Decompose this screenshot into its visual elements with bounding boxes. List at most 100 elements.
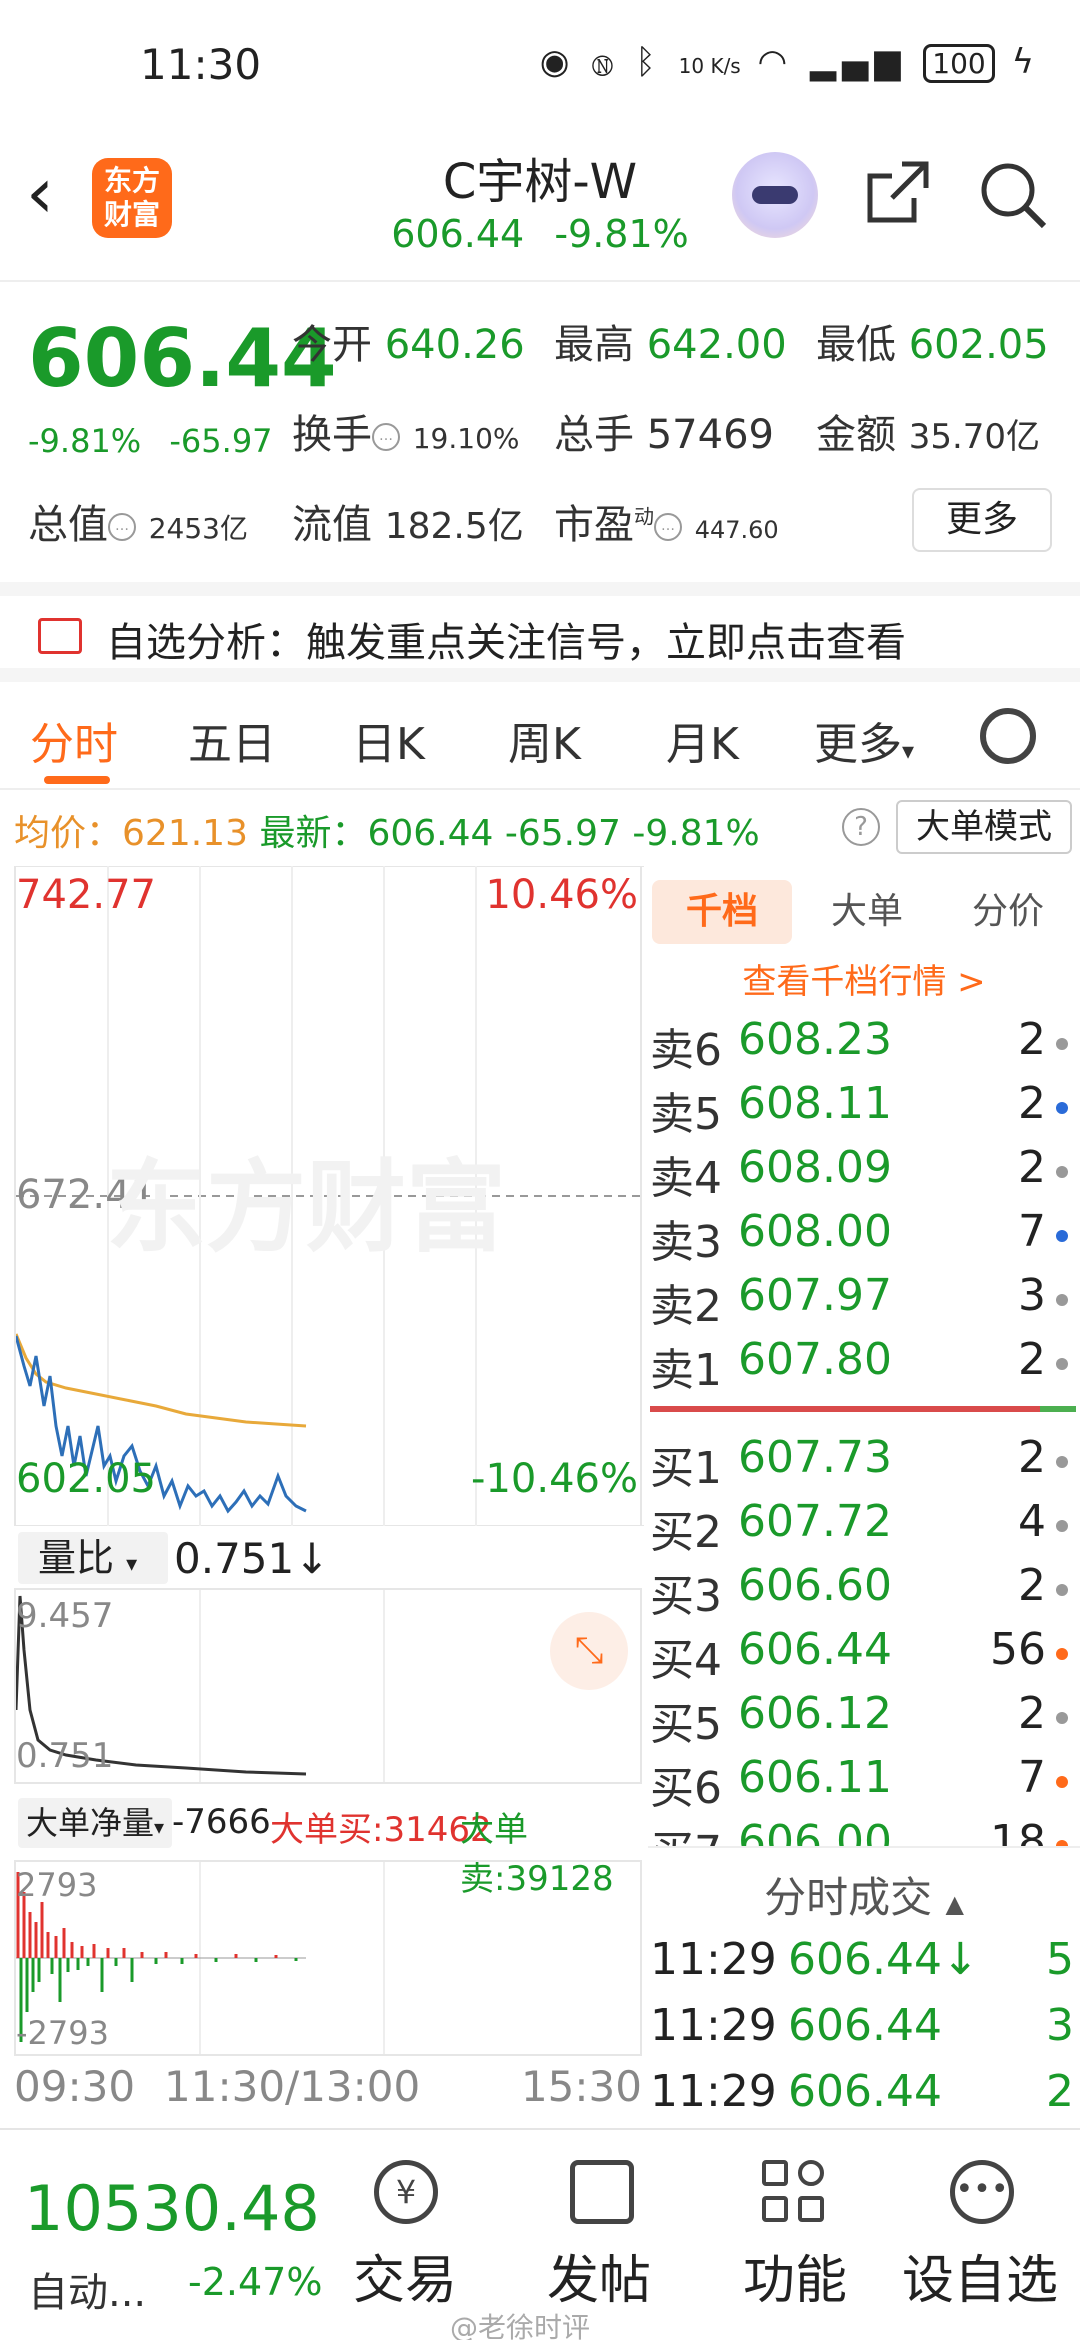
gear-icon[interactable]	[980, 708, 1036, 764]
index-value[interactable]: 10530.48	[24, 2172, 320, 2245]
ask-row[interactable]: 卖3 608.00 7	[648, 1206, 1080, 1270]
book-tab-price-dist[interactable]: 分价	[938, 880, 1078, 944]
corner-watermark: @老徐时评	[450, 2311, 591, 2340]
big-order-mode-button[interactable]: 大单模式	[896, 800, 1072, 854]
ask-row[interactable]: 卖1 607.80 2	[648, 1334, 1080, 1398]
bid-row[interactable]: 买7 606.00 18	[648, 1816, 1080, 1846]
functions-icon[interactable]	[762, 2160, 826, 2224]
time-sales-title[interactable]: 分时成交 ▲	[648, 1864, 1080, 1925]
dot-indicator	[1056, 1584, 1068, 1596]
ask-row[interactable]: 卖4 608.09 2	[648, 1142, 1080, 1206]
chevron-down-icon: ▾	[154, 1815, 165, 1839]
bid-price: 606.11	[738, 1752, 892, 1803]
bid-row[interactable]: 买4 606.44 56	[648, 1624, 1080, 1688]
current-price: 606.44	[28, 312, 337, 405]
bid-label: 买5	[650, 1699, 722, 1750]
dot-indicator	[1056, 1102, 1068, 1114]
ai-assistant-icon[interactable]	[732, 152, 818, 238]
book-tab-big-orders[interactable]: 大单	[802, 880, 932, 944]
net-order-selector[interactable]: 大单净量▾	[18, 1798, 173, 1848]
ratio-max: 9.457	[16, 1596, 114, 1636]
ask-price: 607.97	[738, 1270, 892, 1321]
turnover-label: 换手	[292, 412, 372, 458]
intraday-chart[interactable]: 742.77 10.46% 672.41 东方财富 602.05 -10.46%	[14, 866, 644, 1526]
time-sales-panel: 分时成交 ▲ 11:29 606.44↓ 5 11:29 606.44 3 11:29 6…	[648, 1846, 1080, 2126]
bid-qty: 4	[1018, 1496, 1046, 1547]
trade-time: 11:29	[650, 2000, 777, 2051]
open-value: 640.26	[384, 322, 525, 368]
bid-row[interactable]: 买2 607.72 4	[648, 1496, 1080, 1560]
charging-icon: ϟ	[1011, 42, 1040, 82]
tab-more[interactable]: 更多▾	[814, 708, 914, 772]
ratio-label: 量比	[38, 1536, 115, 1580]
info-dot-icon[interactable]: …	[108, 513, 136, 541]
bid-qty: 56	[990, 1624, 1046, 1675]
bid-qty: 18	[990, 1816, 1046, 1846]
expand-icon[interactable]: ⤡	[550, 1612, 628, 1690]
float-label: 流值	[292, 502, 372, 548]
bid-price: 607.72	[738, 1496, 892, 1547]
tab-daily-k[interactable]: 日K	[352, 708, 425, 772]
dot-indicator	[1056, 1038, 1068, 1050]
net-order-svg	[16, 1862, 385, 2054]
ask-row[interactable]: 卖6 608.23 2	[648, 1014, 1080, 1078]
pe-stat: 市盈动… 447.60	[554, 492, 779, 550]
analysis-alert[interactable]: 自选分析：触发重点关注信号，立即点击查看	[0, 582, 1080, 682]
trade-price: 606.44	[788, 2066, 942, 2117]
tab-weekly-k[interactable]: 周K	[508, 708, 581, 772]
info-dot-icon[interactable]: …	[372, 423, 400, 451]
depth-link[interactable]: 查看千档行情 >	[648, 954, 1080, 1003]
book-tab-depth[interactable]: 千档	[652, 880, 792, 944]
tab-intraday[interactable]: 分时	[30, 708, 118, 772]
signal-icon: ▂▄▆	[810, 42, 907, 82]
functions-button[interactable]: 功能	[730, 2238, 860, 2313]
battery-level: 100	[932, 47, 986, 80]
trade-row: 11:29 606.44 2	[648, 2066, 1080, 2132]
bid-label: 买3	[650, 1571, 722, 1622]
share-icon[interactable]	[862, 158, 932, 228]
trade-qty: 3	[1046, 2000, 1074, 2051]
add-watchlist-button[interactable]: 设自选	[890, 2238, 1070, 2313]
chart-tabs: 分时 五日 日K 周K 月K 更多▾	[0, 690, 1080, 790]
latest-change: -65.97	[504, 813, 621, 854]
pe-label: 市盈	[554, 502, 634, 548]
post-button[interactable]: 发帖	[534, 2238, 664, 2313]
bid-label: 买1	[650, 1443, 722, 1494]
more-dots-icon[interactable]: •••	[950, 2160, 1014, 2224]
float-stat: 流值 182.5亿	[292, 492, 524, 550]
more-stats-button[interactable]: 更多	[912, 488, 1052, 552]
float-value: 182.5亿	[384, 506, 524, 547]
ratio-value-text: 0.751	[174, 1534, 295, 1583]
dot-indicator	[1056, 1166, 1068, 1178]
chart-max-pct: 10.46%	[485, 872, 638, 918]
chart-min-pct: -10.46%	[471, 1456, 638, 1502]
bid-row[interactable]: 买6 606.11 7	[648, 1752, 1080, 1816]
ask-row[interactable]: 卖5 608.11 2	[648, 1078, 1080, 1142]
trade-row: 11:29 606.44↓ 5	[648, 1934, 1080, 2000]
low-label: 最低	[816, 322, 896, 368]
order-book: 千档 大单 分价 查看千档行情 > 卖6 608.23 2 卖5 608.11 2 卖4…	[648, 866, 1080, 1846]
bid-row[interactable]: 买5 606.12 2	[648, 1688, 1080, 1752]
bid-price: 606.12	[738, 1688, 892, 1739]
trade-qty: 5	[1046, 1934, 1074, 1985]
index-name[interactable]: 自动...	[28, 2260, 146, 2318]
tab-five-day[interactable]: 五日	[188, 708, 276, 772]
trade-icon[interactable]: ¥	[374, 2160, 438, 2224]
bid-row[interactable]: 买1 607.73 2	[648, 1432, 1080, 1496]
help-icon[interactable]: ?	[842, 808, 880, 846]
volume-ratio-selector[interactable]: 量比 ▾	[18, 1532, 168, 1584]
latest-value: 606.44	[367, 813, 494, 854]
ask-row[interactable]: 卖2 607.97 3	[648, 1270, 1080, 1334]
trade-button[interactable]: 交易	[340, 2238, 470, 2313]
bid-label: 买4	[650, 1635, 722, 1686]
low-value: 602.05	[908, 322, 1049, 368]
info-dot-icon[interactable]: …	[654, 513, 682, 541]
post-icon[interactable]	[570, 2160, 634, 2224]
tab-monthly-k[interactable]: 月K	[666, 708, 739, 772]
bid-ask-divider-green	[1040, 1406, 1076, 1412]
bid-row[interactable]: 买3 606.60 2	[648, 1560, 1080, 1624]
bid-price: 606.44	[738, 1624, 892, 1675]
mktcap-value: 2453亿	[148, 512, 248, 545]
ask-label: 卖1	[650, 1345, 722, 1396]
search-icon[interactable]	[976, 158, 1048, 230]
